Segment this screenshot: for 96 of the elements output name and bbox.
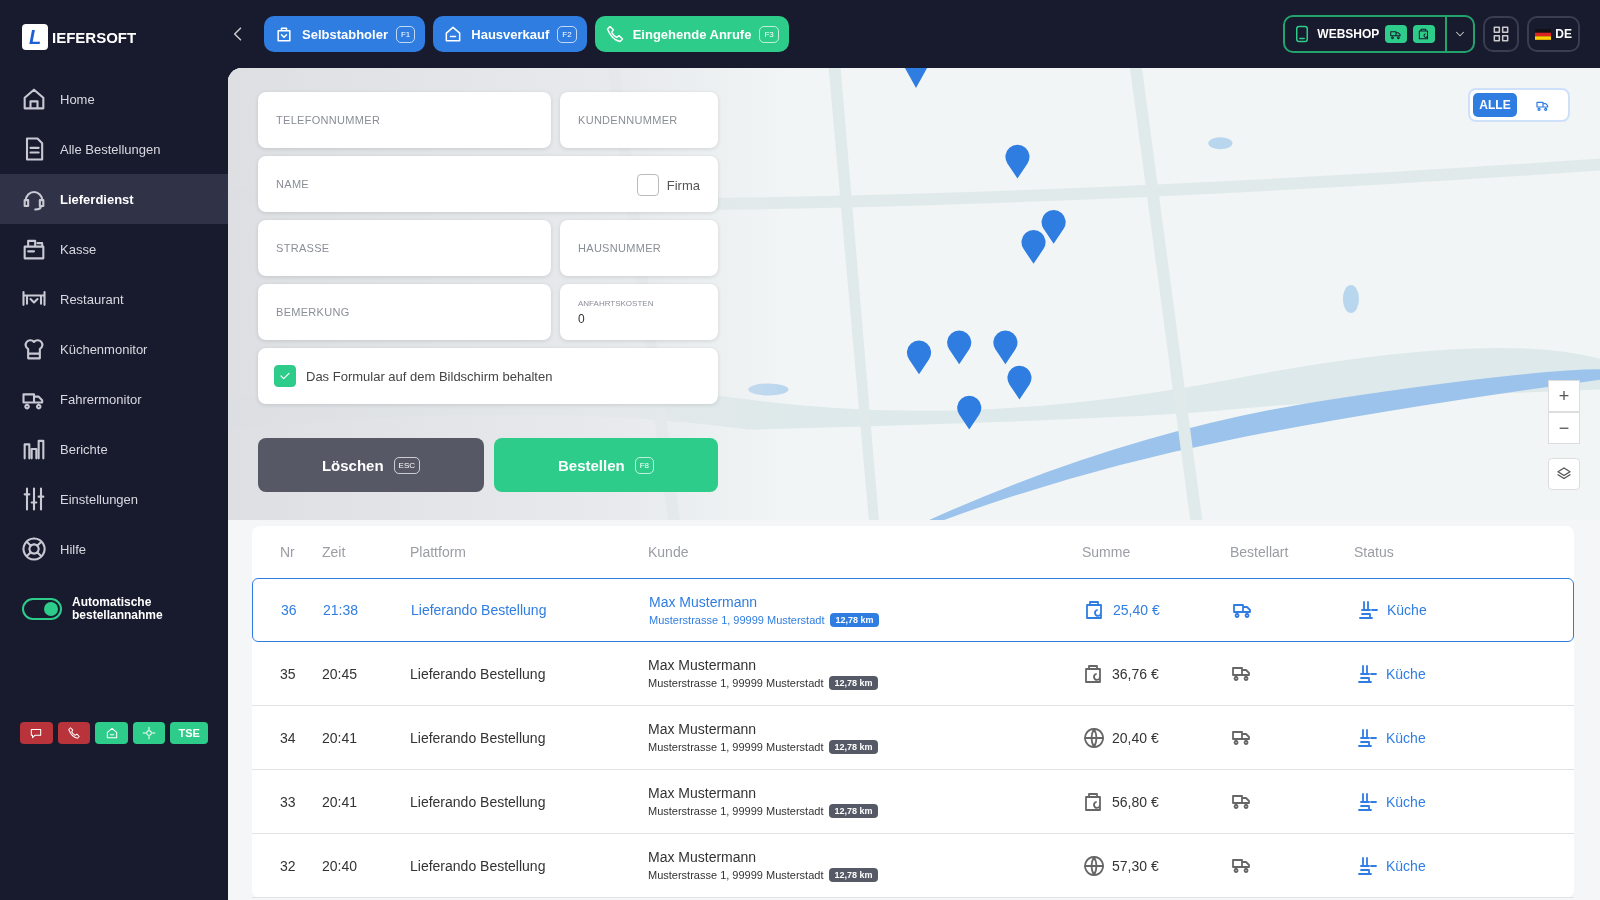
column-header: Kunde bbox=[648, 544, 690, 560]
house-icon bbox=[104, 726, 119, 741]
table-cell: 25,40 € bbox=[1113, 602, 1160, 618]
column-header: Summe bbox=[1082, 544, 1132, 560]
customer-address: Musterstrasse 1, 99999 Musterstadt bbox=[648, 677, 824, 689]
table-cell-text: 20:45 bbox=[322, 665, 359, 682]
order-row[interactable]: 35 20:45 Lieferando Bestellung Max Mustermann Musterstrasse 1, 99999 Musterstadt 12,78 km 36,76 € Küche bbox=[252, 642, 1574, 706]
column-header: Zeit bbox=[322, 544, 347, 560]
input-field[interactable]: KUNDENNUMMER bbox=[560, 92, 718, 148]
sidebar-item[interactable]: Berichte bbox=[0, 424, 228, 474]
order-row[interactable]: 36 21:38 Lieferando Bestellung Max Mustermann Musterstrasse 1, 99999 Musterstadt 12,78 km 25,40 € Küche bbox=[252, 578, 1574, 642]
distance-badge: 12,78 km bbox=[829, 740, 878, 754]
sidebar-item[interactable]: Hilfe bbox=[0, 524, 228, 574]
table-cell-text: 36 bbox=[280, 602, 298, 618]
table-cell-text: 35 bbox=[279, 665, 297, 682]
sidebar-item[interactable]: Lieferdienst bbox=[0, 174, 228, 224]
lifebuoy-icon bbox=[20, 535, 48, 563]
mode-button[interactable]: Selbstabholer F1 bbox=[264, 16, 426, 52]
table-cell-text: 21:38 bbox=[323, 602, 360, 618]
column-header: Status bbox=[1354, 544, 1395, 560]
status-link[interactable]: Küche bbox=[1387, 602, 1427, 618]
table-cell-text: 32 bbox=[279, 857, 297, 874]
order-row[interactable]: 32 20:40 Lieferando Bestellung Max Mustermann Musterstrasse 1, 99999 Musterstadt 12,78 km 57,30 € Küche bbox=[252, 834, 1574, 898]
table-cell-text: Lieferando Bestellung bbox=[410, 665, 547, 682]
sidebar-item[interactable]: Küchenmonitor bbox=[0, 324, 228, 374]
customer-name: Max Mustermann bbox=[648, 721, 758, 737]
column-header: Bestellart bbox=[1230, 544, 1290, 560]
sidebar-item[interactable]: Einstellungen bbox=[0, 474, 228, 524]
table-cell-text: 20:40 bbox=[322, 857, 359, 874]
table-cell-text: 34 bbox=[279, 729, 297, 746]
chat-icon bbox=[29, 726, 44, 741]
grid-button[interactable] bbox=[1483, 16, 1520, 52]
customer-address: Musterstrasse 1, 99999 Musterstadt bbox=[649, 613, 825, 626]
sidebar-item[interactable]: Kasse bbox=[0, 224, 228, 274]
checkbox-label: Firma bbox=[666, 177, 700, 193]
checkbox-label: Das Formular auf dem Bildschirm behalten bbox=[306, 368, 553, 384]
logo-mark: L bbox=[22, 24, 48, 50]
gear-button[interactable] bbox=[132, 722, 166, 745]
sidebar-item[interactable]: Restaurant bbox=[0, 274, 228, 324]
checkbox[interactable] bbox=[274, 365, 296, 387]
mode-button[interactable]: Hausverkauf F2 bbox=[433, 16, 587, 52]
pickup-icon bbox=[274, 24, 294, 44]
column-header: Plattform bbox=[410, 544, 467, 560]
globe-icon bbox=[1082, 725, 1106, 750]
customer-name: Max Mustermann bbox=[648, 849, 758, 865]
house-button[interactable] bbox=[95, 722, 128, 745]
customer-address: Musterstrasse 1, 99999 Musterstadt bbox=[648, 741, 824, 753]
customer-name: Max Mustermann bbox=[648, 657, 758, 673]
zoom-in-button[interactable]: + bbox=[1548, 380, 1580, 412]
input-field[interactable]: ANFAHRTSKOSTEN 0 bbox=[560, 284, 718, 340]
status-link[interactable]: Küche bbox=[1386, 729, 1426, 746]
sidebar-item[interactable]: Home bbox=[0, 74, 228, 124]
language-button[interactable]: DE bbox=[1527, 16, 1580, 52]
table-cell-text: Lieferando Bestellung bbox=[410, 793, 547, 810]
customer-address: Musterstrasse 1, 99999 Musterstadt bbox=[648, 805, 824, 817]
order-row[interactable]: 33 20:41 Lieferando Bestellung Max Mustermann Musterstrasse 1, 99999 Musterstadt 12,78 km 56,80 € Küche bbox=[252, 770, 1574, 834]
status-link[interactable]: Küche bbox=[1386, 857, 1426, 874]
distance-badge: 12,78 km bbox=[829, 868, 878, 882]
checkbox[interactable] bbox=[636, 174, 659, 196]
status-link[interactable]: Küche bbox=[1386, 793, 1426, 810]
clear-button[interactable]: Löschen ESC bbox=[258, 438, 484, 492]
status-link[interactable]: Küche bbox=[1386, 665, 1426, 682]
toggle-switch[interactable] bbox=[22, 598, 62, 621]
webshop-selector[interactable]: WEBSHOP bbox=[1283, 15, 1476, 53]
input-field[interactable]: NAME Firma bbox=[258, 156, 718, 212]
distance-badge: 12,78 km bbox=[829, 804, 878, 818]
customer-name: Max Mustermann bbox=[649, 593, 759, 610]
order-row[interactable]: 34 20:41 Lieferando Bestellung Max Mustermann Musterstrasse 1, 99999 Musterstadt 12,78 km 20,40 € Küche bbox=[252, 706, 1574, 770]
table-cell: 56,80 € bbox=[1112, 793, 1159, 810]
table-cell: 36,76 € bbox=[1112, 665, 1159, 682]
globe-icon bbox=[1082, 853, 1106, 878]
flag-icon bbox=[1535, 28, 1552, 40]
zoom-out-button[interactable]: − bbox=[1548, 412, 1580, 444]
phone-button[interactable] bbox=[57, 722, 91, 745]
brand-name: IEFERSOFT bbox=[52, 28, 137, 46]
distance-badge: 12,78 km bbox=[830, 612, 879, 627]
sidebar-item[interactable]: Fahrermonitor bbox=[0, 374, 228, 424]
customer-address: Musterstrasse 1, 99999 Musterstadt bbox=[648, 869, 824, 881]
table-cell-text: Lieferando Bestellung bbox=[410, 729, 547, 746]
chat-button[interactable] bbox=[20, 722, 53, 745]
column-header: Nr bbox=[279, 544, 296, 560]
table-cell-text: 33 bbox=[279, 793, 297, 810]
phone-icon bbox=[604, 24, 625, 44]
distance-badge: 12,78 km bbox=[829, 676, 878, 690]
table-cell-text: Lieferando Bestellung bbox=[411, 602, 548, 618]
table-cell-text: 20:41 bbox=[322, 793, 359, 810]
phone-icon bbox=[66, 726, 81, 741]
layers-button[interactable] bbox=[1548, 458, 1580, 490]
sidebar-item[interactable]: Alle Bestellungen bbox=[0, 124, 228, 174]
table-cell: 20,40 € bbox=[1112, 729, 1159, 746]
filter-tab[interactable]: ALLE bbox=[1473, 93, 1517, 117]
table-cell-text: Lieferando Bestellung bbox=[410, 857, 547, 874]
customer-name: Max Mustermann bbox=[648, 785, 758, 801]
toggle-label: Automatische bestellannahme bbox=[72, 596, 164, 623]
table-cell-text: 20:41 bbox=[322, 729, 359, 746]
table-cell: 57,30 € bbox=[1112, 857, 1159, 874]
